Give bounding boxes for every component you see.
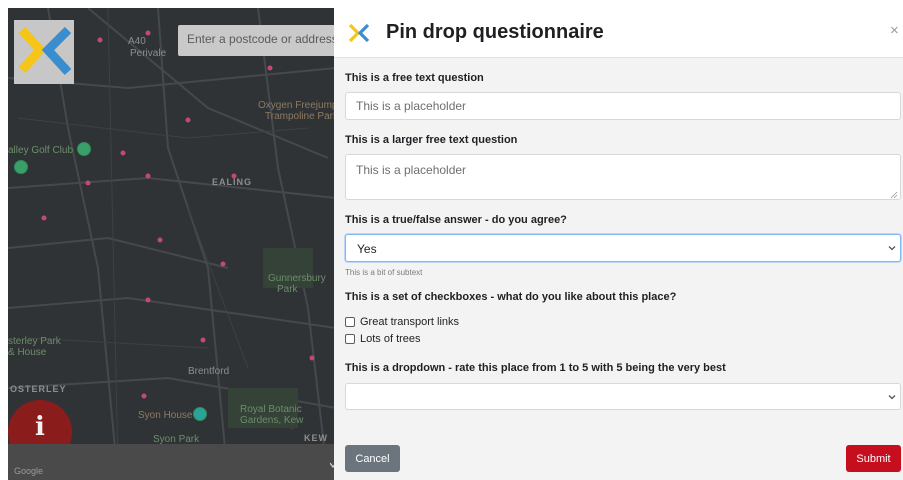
info-icon-glyph: i [35, 412, 45, 442]
close-icon[interactable]: × [890, 22, 899, 39]
map-label-gunnersbury-park: Park [277, 284, 298, 295]
app-root: Enter a postcode or address t A40 Periva… [0, 0, 903, 480]
map-logo [14, 20, 74, 84]
brand-logo-icon [348, 23, 370, 43]
map-label-trampoline: Trampoline Park [265, 111, 336, 122]
question-3-label: This is a true/false answer - do you agr… [345, 214, 567, 226]
map-label-oxygen: Oxygen Freejumping [258, 100, 336, 111]
map-label-royal-botanic: Royal Botanic [240, 404, 302, 415]
map-label-osterley-park: sterley Park [8, 336, 61, 347]
modal-title: Pin drop questionnaire [386, 21, 604, 43]
map-label-ealing: EALING [212, 177, 253, 187]
map-search-input[interactable]: Enter a postcode or address t [178, 25, 336, 56]
chevron-down-icon [888, 246, 896, 251]
map-label-gardens-kew: Gardens, Kew [240, 415, 304, 426]
question-3-subtext: This is a bit of subtext [345, 268, 423, 277]
checkbox[interactable] [345, 334, 355, 344]
question-2-label: This is a larger free text question [345, 134, 518, 146]
checkbox-label: Great transport links [360, 316, 460, 328]
question-1-label: This is a free text question [345, 72, 484, 84]
map-view[interactable]: Enter a postcode or address t A40 Periva… [8, 8, 336, 480]
checkbox-label: Lots of trees [360, 333, 421, 345]
map-label-syon-house: Syon House [138, 410, 193, 421]
map-label-brentford: Brentford [188, 366, 230, 377]
map-label-perivale: Perivale [130, 48, 167, 59]
map-label-a40: A40 [128, 36, 146, 47]
question-3-selected-value: Yes [357, 242, 377, 256]
map-label-osterley-house: & House [8, 347, 47, 358]
questionnaire-modal: Pin drop questionnaire × This is a free … [334, 8, 903, 480]
resize-grip-icon[interactable] [890, 191, 898, 199]
question-2-textarea[interactable] [345, 154, 901, 200]
map-label-osterley: OSTERLEY [10, 384, 67, 394]
chevron-down-icon [888, 395, 896, 400]
map-label-gunnersbury: Gunnersbury [268, 273, 326, 284]
checkbox-option[interactable]: Great transport links [345, 315, 459, 329]
question-5-label: This is a dropdown - rate this place fro… [345, 362, 726, 374]
question-4-label: This is a set of checkboxes - what do yo… [345, 291, 677, 303]
question-5-select[interactable] [345, 383, 901, 410]
map-pin-icon[interactable] [193, 407, 207, 421]
checkbox[interactable] [345, 317, 355, 327]
question-3-select[interactable]: Yes [345, 234, 901, 262]
google-attribution: Google [14, 466, 44, 476]
map-label-kew: KEW [304, 433, 328, 443]
map-pin-icon[interactable] [77, 142, 91, 156]
submit-button[interactable]: Submit [846, 445, 901, 472]
map-footer: Google [8, 444, 336, 480]
question-1-input[interactable] [345, 92, 901, 120]
brand-logo-icon [18, 26, 72, 76]
modal-header: Pin drop questionnaire × [334, 8, 903, 58]
cancel-button[interactable]: Cancel [345, 445, 400, 472]
checkbox-option[interactable]: Lots of trees [345, 332, 421, 346]
map-label-golf: alley Golf Club [8, 145, 74, 156]
map-pin-icon[interactable] [14, 160, 28, 174]
